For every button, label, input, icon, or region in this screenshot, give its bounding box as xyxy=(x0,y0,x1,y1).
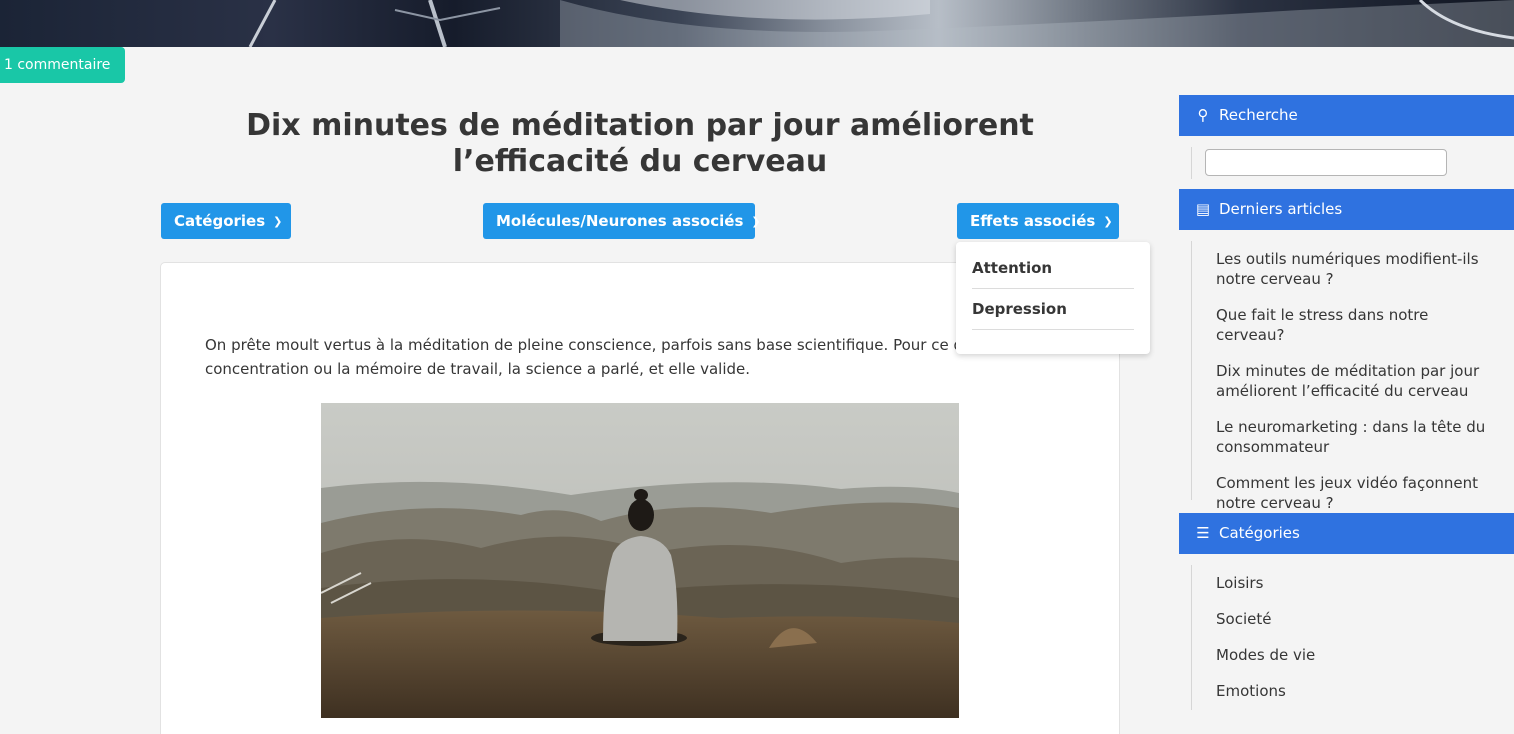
category-link-emotions[interactable]: Emotions xyxy=(1216,681,1496,701)
sidebar-search-header: ⚲ Recherche xyxy=(1179,95,1514,136)
molecules-dropdown-label: Molécules/Neurones associés xyxy=(496,212,744,230)
sidebar-latest-header: ▤ Derniers articles xyxy=(1179,189,1514,230)
search-input[interactable] xyxy=(1205,149,1447,176)
effects-dropdown-label: Effets associés xyxy=(970,212,1096,230)
sidebar-categories-header: ☰ Catégories xyxy=(1179,513,1514,554)
chevron-down-icon: ❯ xyxy=(751,215,761,228)
effects-dropdown-menu: Attention Depression xyxy=(956,242,1150,354)
categories-dropdown-label: Catégories xyxy=(174,212,266,230)
newspaper-icon: ▤ xyxy=(1195,200,1211,218)
comment-count-badge[interactable]: 1 commentaire xyxy=(0,47,125,83)
sidebar-categories-title: Catégories xyxy=(1219,524,1300,542)
sidebar-categories-list: Loisirs Societé Modes de vie Emotions xyxy=(1191,565,1514,710)
effects-menu-item-depression[interactable]: Depression xyxy=(972,289,1134,330)
chevron-down-icon: ❯ xyxy=(273,215,283,228)
sidebar-latest-title: Derniers articles xyxy=(1219,200,1343,218)
latest-article-link[interactable]: Dix minutes de méditation par jour améli… xyxy=(1216,361,1496,401)
category-link-societe[interactable]: Societé xyxy=(1216,609,1496,629)
sidebar-search-title: Recherche xyxy=(1219,106,1298,124)
category-link-loisirs[interactable]: Loisirs xyxy=(1216,573,1496,593)
categories-dropdown-button[interactable]: Catégories ❯ xyxy=(161,203,291,239)
chevron-down-icon: ❯ xyxy=(1103,215,1113,228)
effects-menu-item-attention[interactable]: Attention xyxy=(972,248,1134,289)
latest-article-link[interactable]: Comment les jeux vidéo façonnent notre c… xyxy=(1216,473,1496,513)
meditation-photo xyxy=(321,403,959,718)
effects-dropdown-button[interactable]: Effets associés ❯ xyxy=(957,203,1119,239)
latest-article-link[interactable]: Le neuromarketing : dans la tête du cons… xyxy=(1216,417,1496,457)
sidebar-latest-list: Les outils numériques modifient-ils notr… xyxy=(1191,241,1514,512)
molecules-dropdown-button[interactable]: Molécules/Neurones associés ❯ xyxy=(483,203,761,239)
list-icon: ☰ xyxy=(1196,524,1210,542)
category-link-modes-de-vie[interactable]: Modes de vie xyxy=(1216,645,1496,665)
latest-article-link[interactable]: Que fait le stress dans notre cerveau? xyxy=(1216,305,1496,345)
header-banner-image xyxy=(0,0,1514,47)
article-title: Dix minutes de méditation par jour améli… xyxy=(246,108,1034,179)
search-icon: ⚲ xyxy=(1197,106,1209,124)
article-intro: On prête moult vertus à la méditation de… xyxy=(205,336,1046,378)
latest-article-link[interactable]: Les outils numériques modifient-ils notr… xyxy=(1216,249,1496,289)
